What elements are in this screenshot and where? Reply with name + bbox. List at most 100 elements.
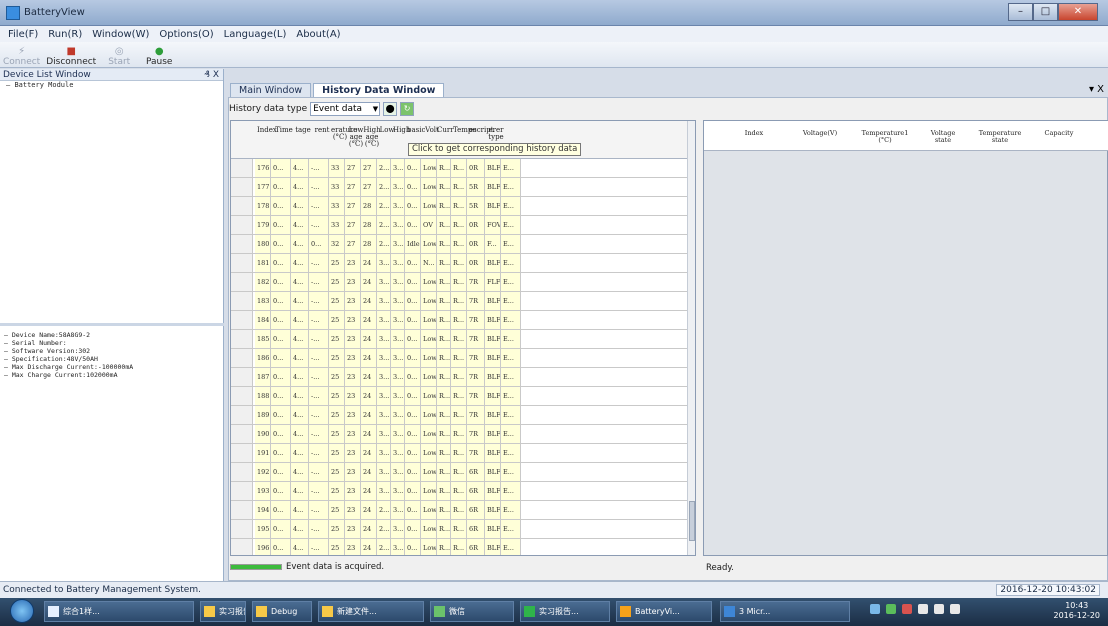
table-row[interactable]: 195 0... 4... -... 25 23 24 2... 3... 0... Low R...… [231,520,691,539]
row-header[interactable] [231,330,253,348]
grid-column-header[interactable]: Curr [437,127,454,134]
table-row[interactable]: 177 0... 4... -... 33 27 27 2... 3... 0... Low R...… [231,178,691,197]
detail-column-header[interactable]: Temperature1 (°C) [856,130,914,144]
grid-column-header[interactable]: Time [273,127,295,134]
grid-column-header[interactable]: erer type [487,127,505,141]
taskbar-item[interactable]: 新建文件... [318,601,424,622]
grid-scroll-thumb[interactable] [689,501,695,541]
table-row[interactable]: 179 0... 4... -... 33 27 28 2... 3... 0... OV R... R… [231,216,691,235]
row-header[interactable] [231,349,253,367]
table-row[interactable]: 196 0... 4... -... 25 23 24 2... 3... 0... Low R...… [231,539,691,555]
menu-window[interactable]: Window(W) [92,29,149,40]
grid-column-header[interactable]: rent [311,127,333,134]
get-data-icon[interactable]: ⬤ [383,102,398,116]
table-row[interactable]: 192 0... 4... -... 25 23 24 3... 3... 0... Low R...… [231,463,691,482]
grid-column-header[interactable]: escript [469,127,494,134]
table-row[interactable]: 190 0... 4... -... 25 23 24 3... 3... 0... Low R...… [231,425,691,444]
menu-options[interactable]: Options(O) [159,29,213,40]
tab-close-icon[interactable]: ▾ X [1089,84,1104,95]
table-cell: R... [437,520,451,538]
row-header[interactable] [231,444,253,462]
tab-main-window[interactable]: Main Window [230,83,312,97]
taskbar-clock[interactable]: 10:43 2016-12-20 [1054,601,1101,621]
table-row[interactable]: 191 0... 4... -... 25 23 24 3... 3... 0... Low R...… [231,444,691,463]
pin-close-icon[interactable]: ₰ X [204,69,219,81]
history-type-select[interactable]: Event data ▼ [310,102,381,116]
row-header[interactable] [231,520,253,538]
disconnect-button[interactable]: ■ Disconnect [46,47,96,68]
detail-column-header[interactable]: Capacity [1034,130,1084,137]
tray-antivirus-icon[interactable] [902,604,912,614]
table-row[interactable]: 178 0... 4... -... 33 27 28 2... 3... 0... Low R...… [231,197,691,216]
taskbar-item[interactable]: 综合1样... [44,601,194,622]
menu-run[interactable]: Run(R) [48,29,82,40]
table-row[interactable]: 194 0... 4... -... 25 23 24 2... 3... 0... Low R...… [231,501,691,520]
table-row[interactable]: 187 0... 4... -... 25 23 24 3... 3... 0... Low R...… [231,368,691,387]
row-header[interactable] [231,387,253,405]
table-cell: R... [451,216,467,234]
row-header[interactable] [231,406,253,424]
row-header[interactable] [231,482,253,500]
panel-splitter[interactable] [0,323,224,326]
taskbar-item[interactable]: 实习报告... [520,601,610,622]
table-cell: 0... [405,254,421,272]
tray-battery-icon[interactable] [934,604,944,614]
start-button[interactable] [10,599,34,623]
close-button[interactable]: ✕ [1058,3,1098,21]
taskbar-item[interactable]: BatteryVi... [616,601,712,622]
table-row[interactable]: 189 0... 4... -... 25 23 24 3... 3... 0... Low R...… [231,406,691,425]
table-row[interactable]: 185 0... 4... -... 25 23 24 3... 3... 0... Low R...… [231,330,691,349]
connect-button[interactable]: ⚡ Connect [3,47,40,68]
row-header[interactable] [231,178,253,196]
detail-column-header[interactable]: Voltage(V) [796,130,844,137]
table-cell: BLF [485,330,501,348]
minimize-button[interactable]: – [1008,3,1033,21]
table-row[interactable]: 180 0... 4... 0... 32 27 28 2... 3... Idle Low R...… [231,235,691,254]
taskbar-item[interactable]: Debug [252,601,312,622]
row-header[interactable] [231,273,253,291]
table-cell: 7R [467,292,485,310]
menu-about[interactable]: About(A) [296,29,340,40]
row-header[interactable] [231,368,253,386]
table-row[interactable]: 186 0... 4... -... 25 23 24 3... 3... 0... Low R...… [231,349,691,368]
detail-column-header[interactable]: Voltage state [922,130,964,144]
row-header[interactable] [231,425,253,443]
table-cell: E... [501,539,521,555]
start-button[interactable]: ◎ Start [102,47,136,68]
row-header[interactable] [231,197,253,215]
table-row[interactable]: 183 0... 4... -... 25 23 24 3... 3... 0... Low R...… [231,292,691,311]
maximize-button[interactable]: □ [1033,3,1058,21]
row-header[interactable] [231,463,253,481]
taskbar-item[interactable]: 微信 [430,601,514,622]
tray-flag-icon[interactable] [950,604,960,614]
row-header[interactable] [231,159,253,177]
detail-column-header[interactable]: Temperature state [972,130,1028,144]
detail-column-header[interactable]: Index [734,130,774,137]
row-header[interactable] [231,216,253,234]
table-row[interactable]: 184 0... 4... -... 25 23 24 3... 3... 0... Low R...… [231,311,691,330]
tray-network-icon[interactable] [870,604,880,614]
table-row[interactable]: 182 0... 4... -... 25 23 24 3... 3... 0... Low R...… [231,273,691,292]
grid-scrollbar[interactable] [687,121,695,555]
row-header[interactable] [231,292,253,310]
row-header[interactable] [231,501,253,519]
pause-button[interactable]: ● Pause [142,47,176,68]
tray-security-icon[interactable] [886,604,896,614]
table-row[interactable]: 193 0... 4... -... 25 23 24 3... 3... 0... Low R...… [231,482,691,501]
table-row[interactable]: 176 0... 4... -... 33 27 27 2... 3... 0... Low R...… [231,159,691,178]
row-header[interactable] [231,311,253,329]
menu-file[interactable]: File(F) [8,29,38,40]
tray-volume-icon[interactable] [918,604,928,614]
tab-history-data-window[interactable]: History Data Window [313,83,445,97]
taskbar-item[interactable]: 实习报告 [200,601,246,622]
tree-item-battery-module[interactable]: Battery Module [6,81,223,90]
row-header[interactable] [231,539,253,555]
refresh-icon[interactable]: ↻ [400,102,415,116]
table-row[interactable]: 181 0... 4... -... 25 23 24 3... 3... 0... N... R..… [231,254,691,273]
row-header[interactable] [231,235,253,253]
grid-column-header[interactable]: tage [293,127,313,134]
menu-language[interactable]: Language(L) [224,29,287,40]
table-row[interactable]: 188 0... 4... -... 25 23 24 3... 3... 0... Low R...… [231,387,691,406]
taskbar-item[interactable]: 3 Micr... [720,601,850,622]
row-header[interactable] [231,254,253,272]
